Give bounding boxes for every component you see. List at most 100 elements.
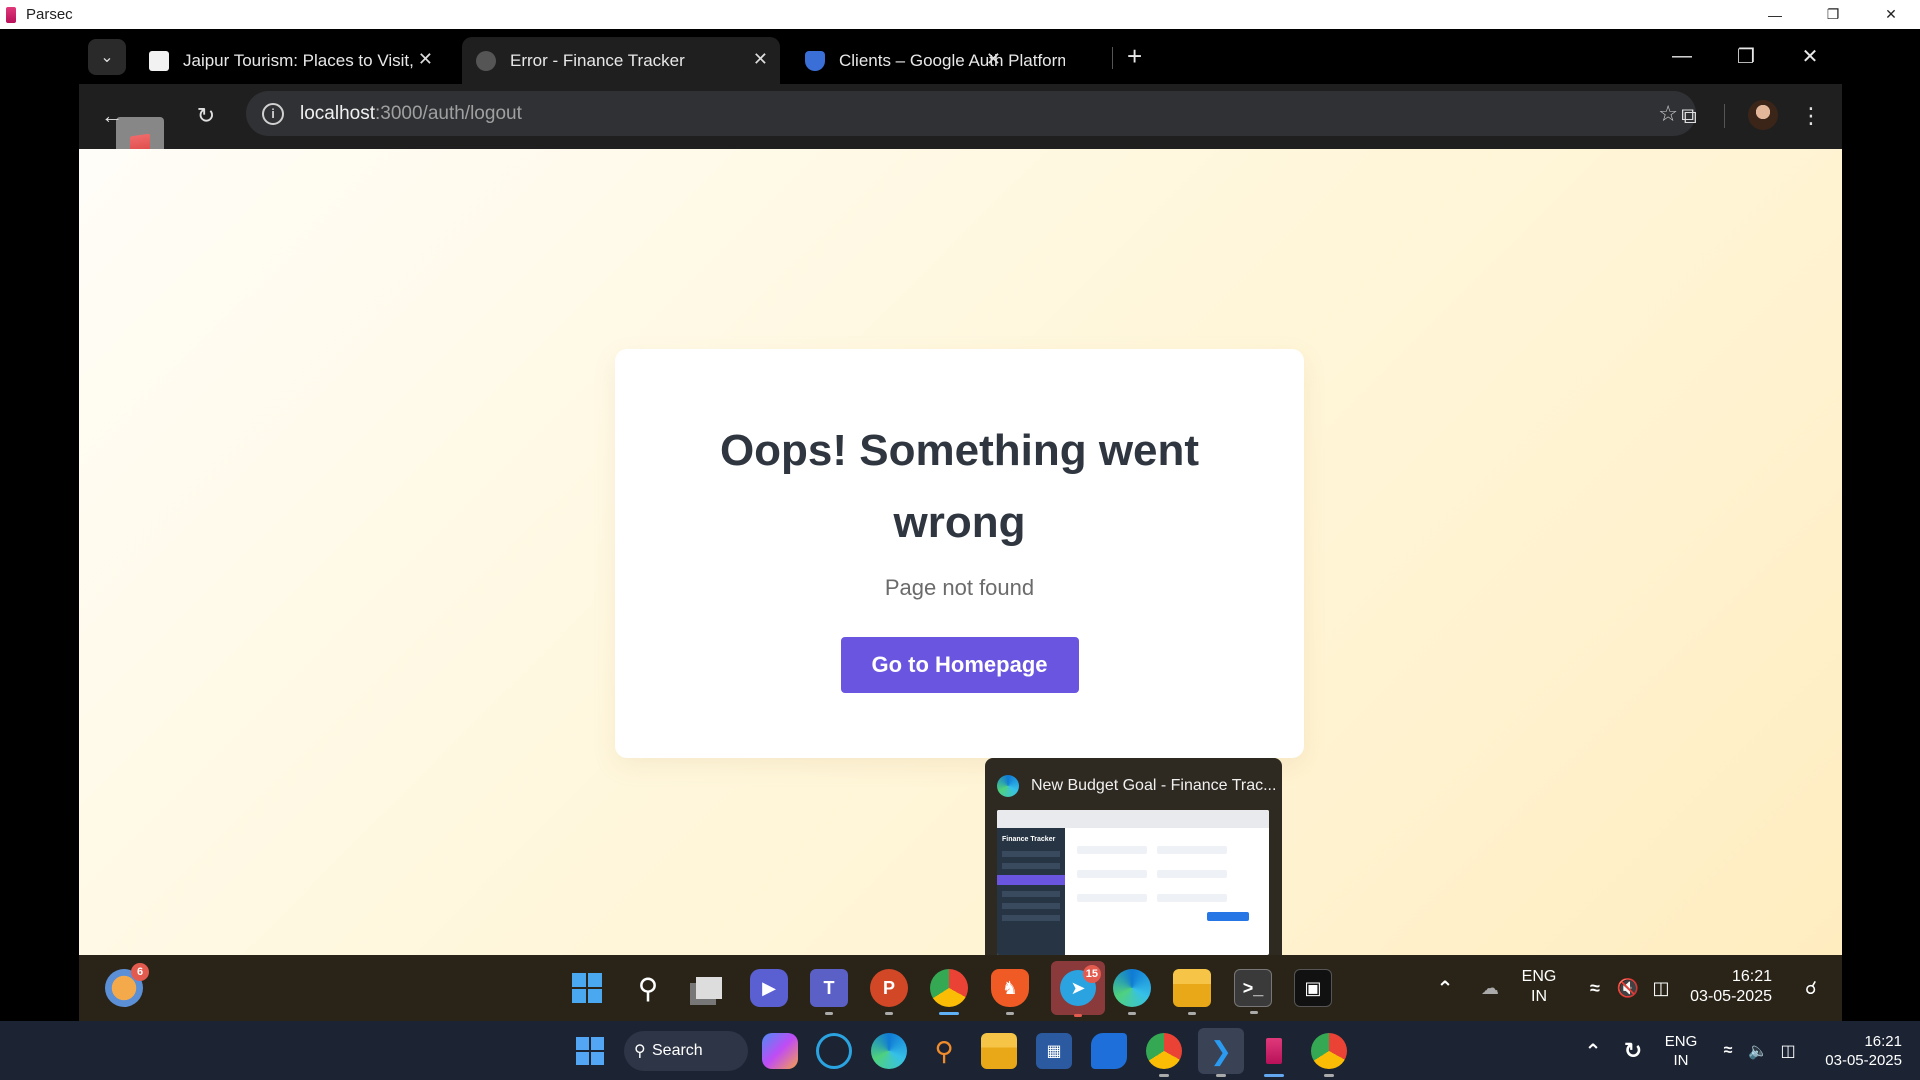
close-tab-icon[interactable]: ✕ xyxy=(753,49,768,70)
remote-clock[interactable]: 16:21 03-05-2025 xyxy=(1686,967,1772,1007)
brave-icon[interactable]: ♞ xyxy=(991,969,1029,1015)
minimize-icon[interactable]: — xyxy=(1746,0,1804,29)
cube-app-icon[interactable]: ▣ xyxy=(1294,969,1332,1007)
thumbnail-preview-image[interactable]: Finance Tracker xyxy=(997,810,1269,955)
file-explorer-icon[interactable] xyxy=(1173,969,1211,1015)
error-message: Page not found xyxy=(884,575,1035,600)
parsec-logo-icon xyxy=(6,6,16,23)
host-search-label: Search xyxy=(652,1042,703,1059)
chevron-down-icon: ⌄ xyxy=(100,49,114,66)
host-parsec-icon[interactable] xyxy=(1256,1033,1292,1077)
preview-app-name: Finance Tracker xyxy=(1002,836,1056,843)
taskbar-thumbnail-popup[interactable]: New Budget Goal - Finance Trac... Financ… xyxy=(985,758,1282,966)
chrome-icon[interactable] xyxy=(930,969,968,1015)
shield-icon xyxy=(805,50,825,71)
phone-link-icon[interactable] xyxy=(1091,1033,1127,1069)
host-lang-primary: ENG xyxy=(1664,1033,1698,1050)
powerpoint-icon[interactable]: P xyxy=(870,969,908,1015)
weather-icon[interactable]: 6 xyxy=(105,963,149,1007)
browser-window-controls: — ❐ ✕ xyxy=(1650,29,1842,84)
address-bar[interactable]: i localhost:3000/auth/logout ☆ xyxy=(246,91,1696,136)
tab-title: Jaipur Tourism: Places to Visit, S xyxy=(183,50,413,70)
cortana-circle-icon[interactable] xyxy=(816,1033,852,1069)
globe-icon xyxy=(476,50,496,71)
parsec-title-bar: Parsec — ❐ ✕ xyxy=(0,0,1920,29)
error-card: Oops! Something went wrong Page not foun… xyxy=(615,349,1304,758)
remote-lang-primary: ENG xyxy=(1521,968,1557,985)
host-edge-icon[interactable] xyxy=(871,1033,907,1069)
host-lang-secondary: IN xyxy=(1673,1052,1689,1069)
search-icon[interactable]: ⚲ xyxy=(629,969,667,1007)
host-chrome-icon[interactable] xyxy=(1146,1033,1182,1077)
host-search-box[interactable]: ⚲ Search xyxy=(624,1031,748,1071)
task-view-icon[interactable] xyxy=(690,969,728,1007)
microsoft-store-icon[interactable]: ▦ xyxy=(1036,1033,1072,1069)
host-clock[interactable]: 16:21 03-05-2025 xyxy=(1812,1032,1902,1070)
remote-lang-secondary: IN xyxy=(1531,988,1547,1005)
host-search-app-icon[interactable]: ⚲ xyxy=(926,1033,962,1069)
edge-icon[interactable] xyxy=(1113,969,1151,1015)
remote-date: 03-05-2025 xyxy=(1690,988,1772,1005)
remote-time: 16:21 xyxy=(1731,968,1772,985)
window-controls: — ❐ ✕ xyxy=(1746,0,1920,29)
site-info-icon[interactable]: i xyxy=(262,102,284,125)
preview-sidebar: Finance Tracker xyxy=(997,828,1065,955)
tab-search-button[interactable]: ⌄ xyxy=(88,39,126,75)
notification-bell-icon[interactable]: ☌ xyxy=(1792,969,1830,1007)
browser-minimize-icon[interactable]: — xyxy=(1650,29,1714,84)
tab-error-finance-tracker[interactable]: Error - Finance Tracker ✕ xyxy=(462,37,780,84)
edge-icon xyxy=(997,774,1019,797)
meet-icon[interactable]: ▶ xyxy=(750,969,788,1007)
host-search-icon: ⚲ xyxy=(634,1043,646,1060)
thumbnail-title: New Budget Goal - Finance Trac... xyxy=(1031,776,1277,794)
tab-strip: ⌄ Jaipur Tourism: Places to Visit, S ✕ E… xyxy=(79,29,1842,84)
error-title: Oops! Something went wrong xyxy=(719,426,1200,547)
tab-title: Error - Finance Tracker xyxy=(510,50,685,70)
page-viewport: Oops! Something went wrong Page not foun… xyxy=(79,149,1842,955)
tab-title: Clients – Google Auth Platform xyxy=(839,50,1065,70)
host-language-indicator[interactable]: ENG IN xyxy=(1660,1032,1702,1070)
host-battery-icon[interactable]: ◫ xyxy=(1770,1033,1806,1069)
start-windows-icon[interactable] xyxy=(568,969,606,1007)
tab-google-auth-clients[interactable]: Clients – Google Auth Platform ✕ xyxy=(791,37,1181,84)
toolbar-divider xyxy=(1724,104,1725,128)
host-time: 16:21 xyxy=(1864,1033,1902,1050)
terminal-icon[interactable]: >_ xyxy=(1234,969,1272,1014)
remote-language-indicator[interactable]: ENG IN xyxy=(1519,967,1559,1007)
remote-taskbar: 6 ⚲ ▶ T P ♞ ➤ 15 >_ ▣ ⌃ ☁ ENG IN ≈ 🔇 ◫ 1… xyxy=(79,955,1842,1021)
remote-desktop: ⌄ Jaipur Tourism: Places to Visit, S ✕ E… xyxy=(0,29,1920,1021)
new-tab-icon[interactable]: + xyxy=(1127,41,1142,72)
kebab-menu-icon[interactable]: ⋮ xyxy=(1796,101,1826,131)
reload-icon[interactable]: ↻ xyxy=(191,101,221,131)
chrome-profile-icon[interactable] xyxy=(1311,1033,1347,1077)
extensions-puzzle-icon[interactable]: ⧉ xyxy=(1674,101,1704,131)
telegram-badge: 15 xyxy=(1082,965,1101,983)
close-tab-icon[interactable]: ✕ xyxy=(418,49,433,70)
vscode-icon[interactable]: ❯ xyxy=(1198,1028,1244,1077)
tray-chevron-up-icon[interactable]: ⌃ xyxy=(1426,969,1464,1007)
restore-icon[interactable]: ❐ xyxy=(1804,0,1862,29)
jaipur-favicon-icon xyxy=(149,50,169,71)
browser-close-icon[interactable]: ✕ xyxy=(1778,29,1842,84)
telegram-icon[interactable]: ➤ 15 xyxy=(1051,961,1105,1017)
teams-icon[interactable]: T xyxy=(810,969,848,1015)
profile-avatar[interactable] xyxy=(1748,100,1778,130)
onedrive-icon[interactable]: ☁ xyxy=(1471,969,1509,1007)
close-icon[interactable]: ✕ xyxy=(1862,0,1920,29)
host-date: 03-05-2025 xyxy=(1825,1052,1902,1069)
tab-jaipur-tourism[interactable]: Jaipur Tourism: Places to Visit, S ✕ xyxy=(135,37,445,84)
go-to-homepage-button[interactable]: Go to Homepage xyxy=(840,637,1079,693)
url-host: localhost xyxy=(300,102,375,124)
close-tab-icon[interactable]: ✕ xyxy=(986,49,1001,70)
host-tray-chevron-up-icon[interactable]: ⌃ xyxy=(1575,1033,1611,1069)
browser-restore-icon[interactable]: ❐ xyxy=(1714,29,1778,84)
battery-icon[interactable]: ◫ xyxy=(1642,969,1680,1007)
host-taskbar: ⚲ Search ⚲ ▦ ❯ ⌃ ↻ ENG IN ≈ 🔈 ◫ 16:21 03… xyxy=(0,1021,1920,1080)
host-start-windows-icon[interactable] xyxy=(572,1033,608,1069)
browser-toolbar: ← ↻ i localhost:3000/auth/logout ☆ ⧉ ⋮ xyxy=(79,84,1842,149)
sync-icon[interactable]: ↻ xyxy=(1615,1033,1651,1069)
tab-separator xyxy=(1112,47,1113,69)
copilot-icon[interactable] xyxy=(762,1033,798,1069)
host-file-explorer-icon[interactable] xyxy=(981,1033,1017,1069)
window-title: Parsec xyxy=(26,6,73,23)
